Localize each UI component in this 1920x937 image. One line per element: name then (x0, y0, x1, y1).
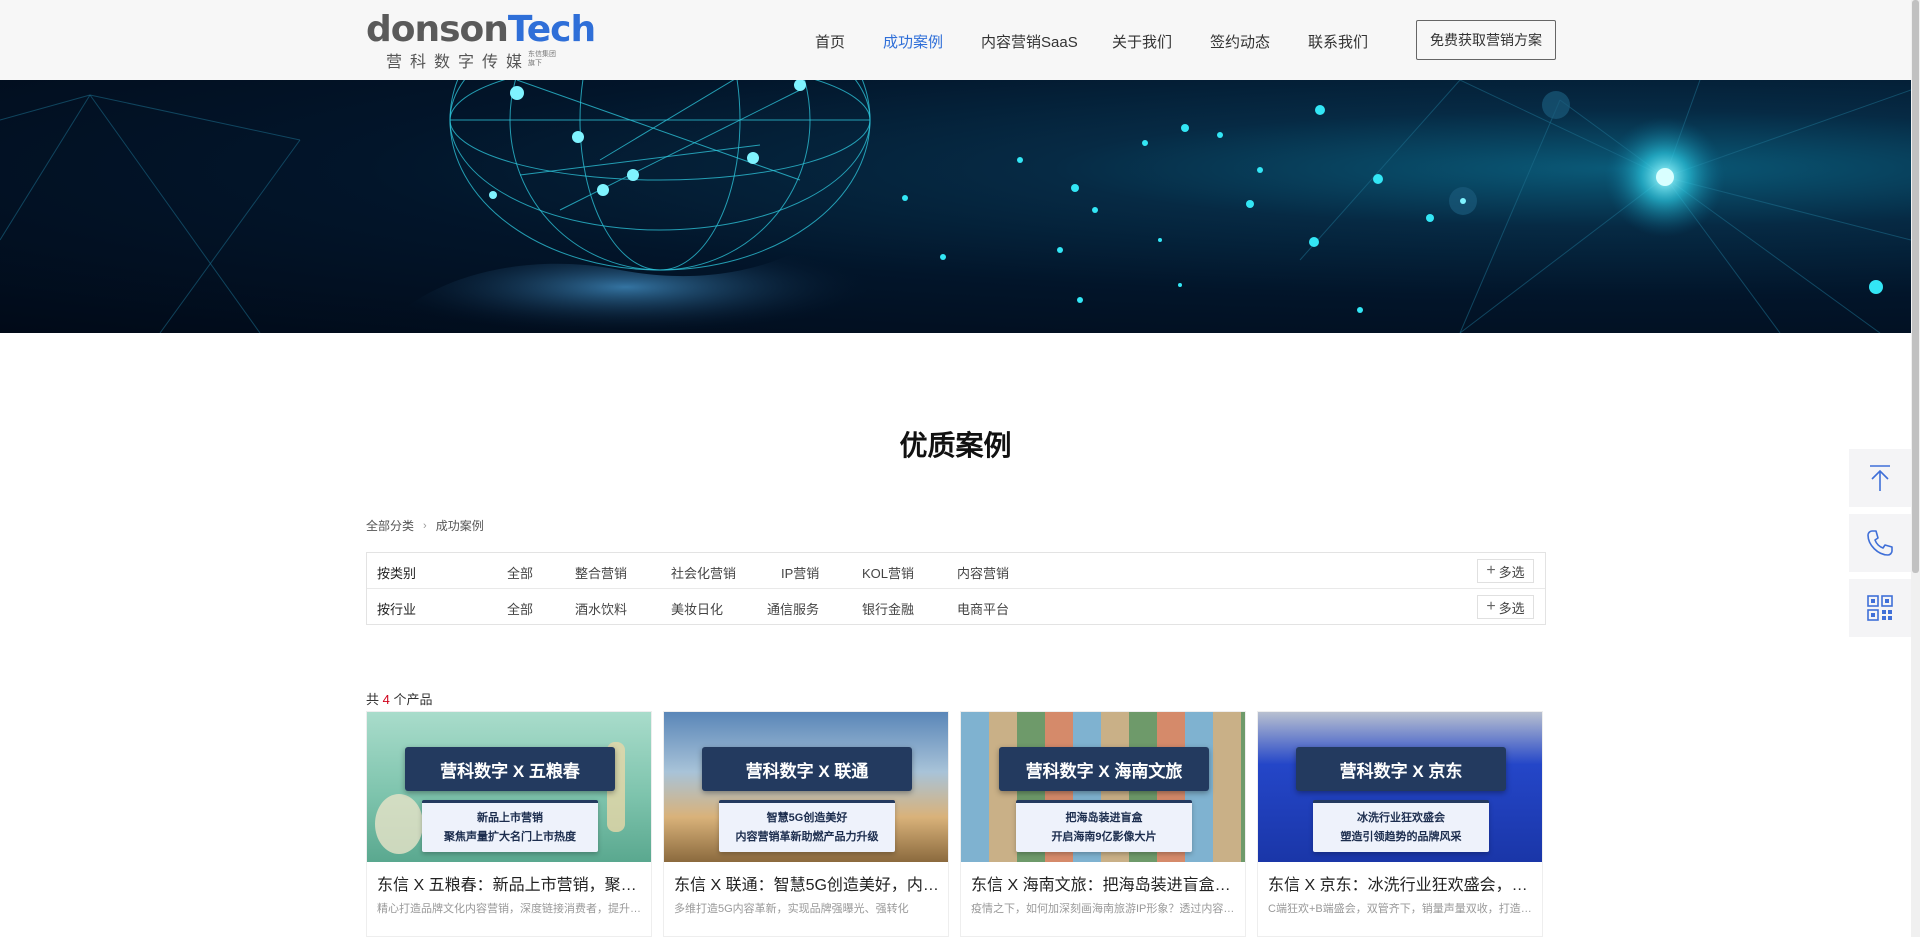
filter-option[interactable]: 社会化营销 (671, 563, 736, 582)
filter-option[interactable]: 电商平台 (957, 599, 1009, 618)
case-plate: 营科数字 X 联通 (702, 747, 912, 791)
filter-row-category: 按类别 全部 整合营销 社会化营销 IP营销 KOL营销 内容营销 + 多选 (367, 553, 1545, 589)
case-sub-line2: 内容营销革新助燃产品力升级 (735, 831, 879, 843)
filter-option[interactable]: 银行金融 (862, 599, 914, 618)
phone-icon (1867, 530, 1893, 556)
case-sub-line2: 塑造引领趋势的品牌风采 (1340, 831, 1462, 843)
filter-label-category: 按类别 (377, 566, 417, 581)
case-title[interactable]: 东信 X 联通：智慧5G创造美好，内容营销革新助燃产品力升级 (674, 871, 940, 895)
filter-option[interactable]: IP营销 (781, 563, 819, 582)
logo-wordmark: donsonTech (366, 9, 596, 50)
case-thumbnail[interactable]: 营科数字 X 海南文旅 把海岛装进盲盒开启海南9亿影像大片 (961, 712, 1245, 862)
filter-option[interactable]: 整合营销 (575, 563, 627, 582)
filter-label-industry: 按行业 (377, 602, 417, 617)
case-plate: 营科数字 X 海南文旅 (999, 747, 1209, 791)
filter-option[interactable]: 酒水饮料 (575, 599, 627, 618)
case-sub-line2: 聚焦声量扩大名门上市热度 (444, 831, 576, 843)
breadcrumb-root[interactable]: 全部分类 (366, 517, 414, 534)
breadcrumb-current: 成功案例 (435, 519, 484, 533)
multi-select-label: 多选 (1498, 564, 1525, 580)
free-plan-button[interactable]: 免费获取营销方案 (1416, 20, 1556, 60)
case-description: 多维打造5G内容革新，实现品牌强曝光、强转化 (674, 903, 909, 915)
case-subtitle-box: 新品上市营销聚焦声量扩大名门上市热度 (422, 800, 598, 852)
logo-group-line2: 旗下 (528, 60, 542, 67)
filter-option[interactable]: 全部 (507, 599, 533, 618)
breadcrumb: 全部分类 › 成功案例 (366, 517, 484, 534)
case-title[interactable]: 东信 X 五粮春：新品上市营销，聚焦声量扩大名门上市热度 (377, 871, 643, 895)
nav-item-about[interactable]: 关于我们 (1112, 31, 1172, 52)
hero-banner (0, 80, 1911, 333)
nav-item-saas[interactable]: 内容营销SaaS (981, 31, 1078, 52)
section-title: 优质案例 (899, 430, 1012, 461)
case-sub-line1: 冰洗行业狂欢盛会 (1357, 812, 1445, 824)
case-thumbnail[interactable]: 营科数字 X 京东 冰洗行业狂欢盛会塑造引领趋势的品牌风采 (1258, 712, 1542, 862)
page-scrollbar[interactable] (1911, 0, 1920, 937)
case-card[interactable]: 营科数字 X 海南文旅 把海岛装进盲盒开启海南9亿影像大片 东信 X 海南文旅：… (960, 711, 1246, 937)
case-plate: 营科数字 X 五粮春 (405, 747, 615, 791)
results-number: 4 (382, 692, 390, 707)
filter-option[interactable]: 通信服务 (767, 599, 819, 618)
filter-panel: 按类别 全部 整合营销 社会化营销 IP营销 KOL营销 内容营销 + 多选 按行… (366, 552, 1546, 625)
multi-select-button-category[interactable]: + 多选 (1477, 559, 1534, 583)
phone-button[interactable] (1849, 514, 1911, 572)
chevron-right-icon: › (423, 519, 427, 532)
site-header: donsonTech 营科数字传媒 东信集团旗下 首页 成功案例 内容营销Saa… (0, 0, 1911, 80)
filter-option[interactable]: 美妆日化 (671, 599, 723, 618)
case-subtitle-box: 冰洗行业狂欢盛会塑造引领趋势的品牌风采 (1313, 800, 1489, 852)
case-card[interactable]: 营科数字 X 五粮春 新品上市营销聚焦声量扩大名门上市热度 东信 X 五粮春：新… (366, 711, 652, 937)
filter-option[interactable]: 内容营销 (957, 563, 1009, 582)
nav-item-cases[interactable]: 成功案例 (883, 31, 943, 52)
qr-code-icon (1867, 595, 1893, 621)
plus-icon: + (1486, 598, 1496, 615)
nav-item-home[interactable]: 首页 (815, 31, 845, 52)
case-sub-line2: 开启海南9亿影像大片 (1051, 831, 1157, 843)
logo-text-main: donson (366, 9, 509, 50)
nav-item-news[interactable]: 签约动态 (1210, 31, 1270, 52)
network-illustration (0, 80, 1911, 333)
logo[interactable]: donsonTech 营科数字传媒 东信集团旗下 (366, 10, 596, 72)
logo-text-accent: Tech (507, 9, 596, 50)
floating-toolbar (1849, 449, 1911, 644)
case-thumbnail[interactable]: 营科数字 X 五粮春 新品上市营销聚焦声量扩大名门上市热度 (367, 712, 651, 862)
multi-select-label: 多选 (1498, 600, 1525, 616)
filter-option[interactable]: KOL营销 (862, 563, 914, 582)
scrollbar-thumb[interactable] (1912, 0, 1919, 573)
case-card[interactable]: 营科数字 X 联通 智慧5G创造美好内容营销革新助燃产品力升级 东信 X 联通：… (663, 711, 949, 937)
case-sub-line1: 智慧5G创造美好 (766, 812, 848, 824)
filter-row-industry: 按行业 全部 酒水饮料 美妆日化 通信服务 银行金融 电商平台 + 多选 (367, 589, 1545, 625)
case-plate: 营科数字 X 京东 (1296, 747, 1506, 791)
logo-group-note: 东信集团 旗下 (528, 50, 568, 68)
case-title[interactable]: 东信 X 京东：冰洗行业狂欢盛会，塑造引领趋势的品牌风采 (1268, 871, 1534, 895)
case-description: 精心打造品牌文化内容营销，深度链接消费者，提升品牌影响力 (377, 903, 643, 915)
multi-select-button-industry[interactable]: + 多选 (1477, 595, 1534, 619)
results-count: 共 4 个产品 (366, 689, 433, 708)
case-sub-line1: 新品上市营销 (477, 812, 543, 824)
logo-group-line1: 东信集团 (528, 51, 556, 58)
filter-option[interactable]: 全部 (507, 563, 533, 582)
case-subtitle-box: 把海岛装进盲盒开启海南9亿影像大片 (1016, 800, 1192, 852)
results-prefix: 共 (366, 692, 380, 707)
case-card[interactable]: 营科数字 X 京东 冰洗行业狂欢盛会塑造引领趋势的品牌风采 东信 X 京东：冰洗… (1257, 711, 1543, 937)
qr-code-button[interactable] (1849, 579, 1911, 637)
case-description: C端狂欢+B端盛会，双管齐下，销量声量双收，打造行业标杆 (1268, 903, 1534, 915)
case-description: 疫情之下，如何加深刻画海南旅游IP形象？透过内容营销引爆话题 (971, 903, 1237, 915)
back-to-top-button[interactable] (1849, 449, 1911, 507)
back-to-top-icon (1870, 465, 1890, 491)
nav-item-contact[interactable]: 联系我们 (1308, 31, 1368, 52)
product-bottle-shape (375, 794, 423, 854)
case-title[interactable]: 东信 X 海南文旅：把海岛装进盲盒，开启海南9亿影像大片 (971, 871, 1237, 895)
results-suffix: 个产品 (393, 692, 433, 707)
case-subtitle-box: 智慧5G创造美好内容营销革新助燃产品力升级 (719, 800, 895, 852)
plus-icon: + (1486, 562, 1496, 579)
case-sub-line1: 把海岛装进盲盒 (1065, 812, 1143, 824)
logo-subtitle: 营科数字传媒 (386, 54, 531, 71)
case-thumbnail[interactable]: 营科数字 X 联通 智慧5G创造美好内容营销革新助燃产品力升级 (664, 712, 948, 862)
